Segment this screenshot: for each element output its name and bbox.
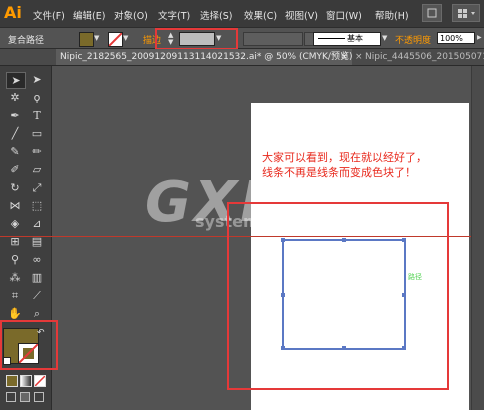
pencil-tool-icon[interactable]: ✏ <box>28 144 46 159</box>
column-graph-tool-icon[interactable]: ▥ <box>28 270 46 285</box>
selection-type-label: 复合路径 <box>8 36 45 46</box>
chevron-down-icon[interactable]: ▼ <box>94 34 99 42</box>
opacity-input[interactable]: 100% <box>437 32 475 44</box>
gradient-mode-icon[interactable] <box>20 375 32 387</box>
zoom-tool-icon[interactable]: ⌕ <box>28 306 46 321</box>
anchor-handle[interactable] <box>402 293 406 297</box>
perspective-grid-tool-icon[interactable]: ⊿ <box>28 216 46 231</box>
draw-inside-icon[interactable] <box>34 392 44 402</box>
anchor-handle[interactable] <box>281 346 285 350</box>
symbol-sprayer-tool-icon[interactable]: ⁂ <box>6 270 24 285</box>
hand-tool-icon[interactable]: ✋ <box>6 306 24 321</box>
menu-select[interactable]: 选择(S) <box>200 8 232 22</box>
anchor-handle[interactable] <box>342 238 346 242</box>
none-slash-icon <box>35 376 45 386</box>
annotation-note: 大家可以看到，现在就以经好了， 线条不再是线条而变成色块了！ <box>262 150 462 180</box>
chevron-down-icon[interactable]: ▼ <box>382 34 387 42</box>
width-tool-icon[interactable]: ⋈ <box>6 198 24 213</box>
anchor-handle[interactable] <box>281 238 285 242</box>
menu-file[interactable]: 文件(F) <box>33 8 65 22</box>
workspace-button[interactable] <box>452 4 480 22</box>
draw-behind-icon[interactable] <box>20 392 30 402</box>
paintbrush-tool-icon[interactable]: ✎ <box>6 144 24 159</box>
shape-builder-tool-icon[interactable]: ◈ <box>6 216 24 231</box>
close-icon[interactable]: × <box>355 49 363 65</box>
rotate-tool-icon[interactable]: ↻ <box>6 180 24 195</box>
annotation-line-1: 大家可以看到，现在就以经好了， <box>262 151 427 164</box>
color-mode-icon[interactable] <box>6 375 18 387</box>
selection-tool-icon[interactable]: ➤ <box>6 72 26 89</box>
free-transform-tool-icon[interactable]: ⬚ <box>28 198 46 213</box>
bridge-icon <box>427 8 437 18</box>
stepper-arrows-icon[interactable]: ▲ ▼ <box>168 32 173 46</box>
line-tool-icon[interactable]: ╱ <box>6 126 24 141</box>
menu-window[interactable]: 窗口(W) <box>326 8 362 22</box>
stroke-color-swatch[interactable] <box>108 32 123 47</box>
tab-label: Nipic_2182565_20091209113114021532.ai* @… <box>60 52 352 62</box>
rectangle-tool-icon[interactable]: ▭ <box>28 126 46 141</box>
blend-tool-icon[interactable]: ∞ <box>28 252 46 267</box>
stroke-profile-select[interactable]: 基本 <box>313 32 381 46</box>
tools-panel: ➤ ➤ ✲ ϙ ✒ T ╱ ▭ ✎ ✏ ✐ ▱ ↻ ⤢ ⋈ ⬚ ◈ ⊿ ⊞ ▤ … <box>0 66 58 410</box>
menu-type[interactable]: 文字(T) <box>158 8 190 22</box>
menu-edit[interactable]: 编辑(E) <box>73 8 105 22</box>
menu-bar: Ai 文件(F) 编辑(E) 对象(O) 文字(T) 选择(S) 效果(C) 视… <box>0 0 484 27</box>
menu-view[interactable]: 视图(V) <box>285 8 318 22</box>
menu-help[interactable]: 帮助(H) <box>375 8 409 22</box>
tab-active-document[interactable]: Nipic_2182565_20091209113114021532.ai* @… <box>56 49 352 65</box>
stroke-weight-input[interactable] <box>179 32 215 46</box>
document-tab-strip: Nipic_2182565_20091209113114021532.ai* @… <box>0 49 484 66</box>
fill-color-swatch[interactable] <box>79 32 94 47</box>
menu-object[interactable]: 对象(O) <box>114 8 148 22</box>
no-color-icon <box>109 33 122 46</box>
blob-brush-tool-icon[interactable]: ✐ <box>6 162 24 177</box>
anchor-handle[interactable] <box>342 346 346 350</box>
magic-wand-tool-icon[interactable]: ✲ <box>6 90 24 105</box>
eyedropper-tool-icon[interactable]: ⚲ <box>6 252 24 267</box>
control-bar: 复合路径 ▼ ▼ 描边 ▲ ▼ ▼ 基本 ▼ 不透明度 100% ▶ <box>0 27 484 50</box>
anchor-handle[interactable] <box>402 238 406 242</box>
pen-tool-icon[interactable]: ✒ <box>6 108 24 123</box>
eraser-tool-icon[interactable]: ▱ <box>28 162 46 177</box>
anchor-handle[interactable] <box>281 293 285 297</box>
close-icon[interactable]: × <box>340 49 348 65</box>
profile-line-icon <box>318 38 345 39</box>
workspace-grid-icon <box>458 9 475 18</box>
chevron-right-icon[interactable]: ▶ <box>477 34 482 41</box>
chevron-down-icon[interactable]: ▼ <box>123 34 128 42</box>
artboard-tool-icon[interactable]: ⌗ <box>6 288 24 303</box>
none-mode-icon[interactable] <box>34 375 46 387</box>
annotation-line-2: 线条不再是线条而变成色块了！ <box>262 166 416 179</box>
draw-normal-icon[interactable] <box>6 392 16 402</box>
slice-tool-icon[interactable]: ⟋ <box>28 288 46 303</box>
anchor-handle[interactable] <box>402 346 406 350</box>
vertical-scrollbar[interactable] <box>471 66 484 410</box>
bridge-button[interactable] <box>422 4 442 22</box>
chevron-down-icon[interactable]: ▼ <box>216 34 221 42</box>
stroke-profile-value: 基本 <box>347 34 363 43</box>
selected-compound-path[interactable] <box>281 238 406 350</box>
tab-label: Nipic_4445506_20150507161 <box>365 52 484 62</box>
opacity-label[interactable]: 不透明度 <box>395 33 431 46</box>
fill-stroke-highlight <box>0 320 58 370</box>
variable-width-profile[interactable] <box>243 32 303 46</box>
direct-selection-tool-icon[interactable]: ➤ <box>28 72 46 87</box>
scale-tool-icon[interactable]: ⤢ <box>28 180 46 195</box>
smart-guide-path-label: 路径 <box>408 273 422 281</box>
app-logo: Ai <box>4 3 22 22</box>
menu-effect[interactable]: 效果(C) <box>244 8 277 22</box>
tab-second-document[interactable]: × Nipic_4445506_20150507161 <box>353 49 484 65</box>
lasso-tool-icon[interactable]: ϙ <box>28 90 46 105</box>
type-tool-icon[interactable]: T <box>28 108 46 123</box>
